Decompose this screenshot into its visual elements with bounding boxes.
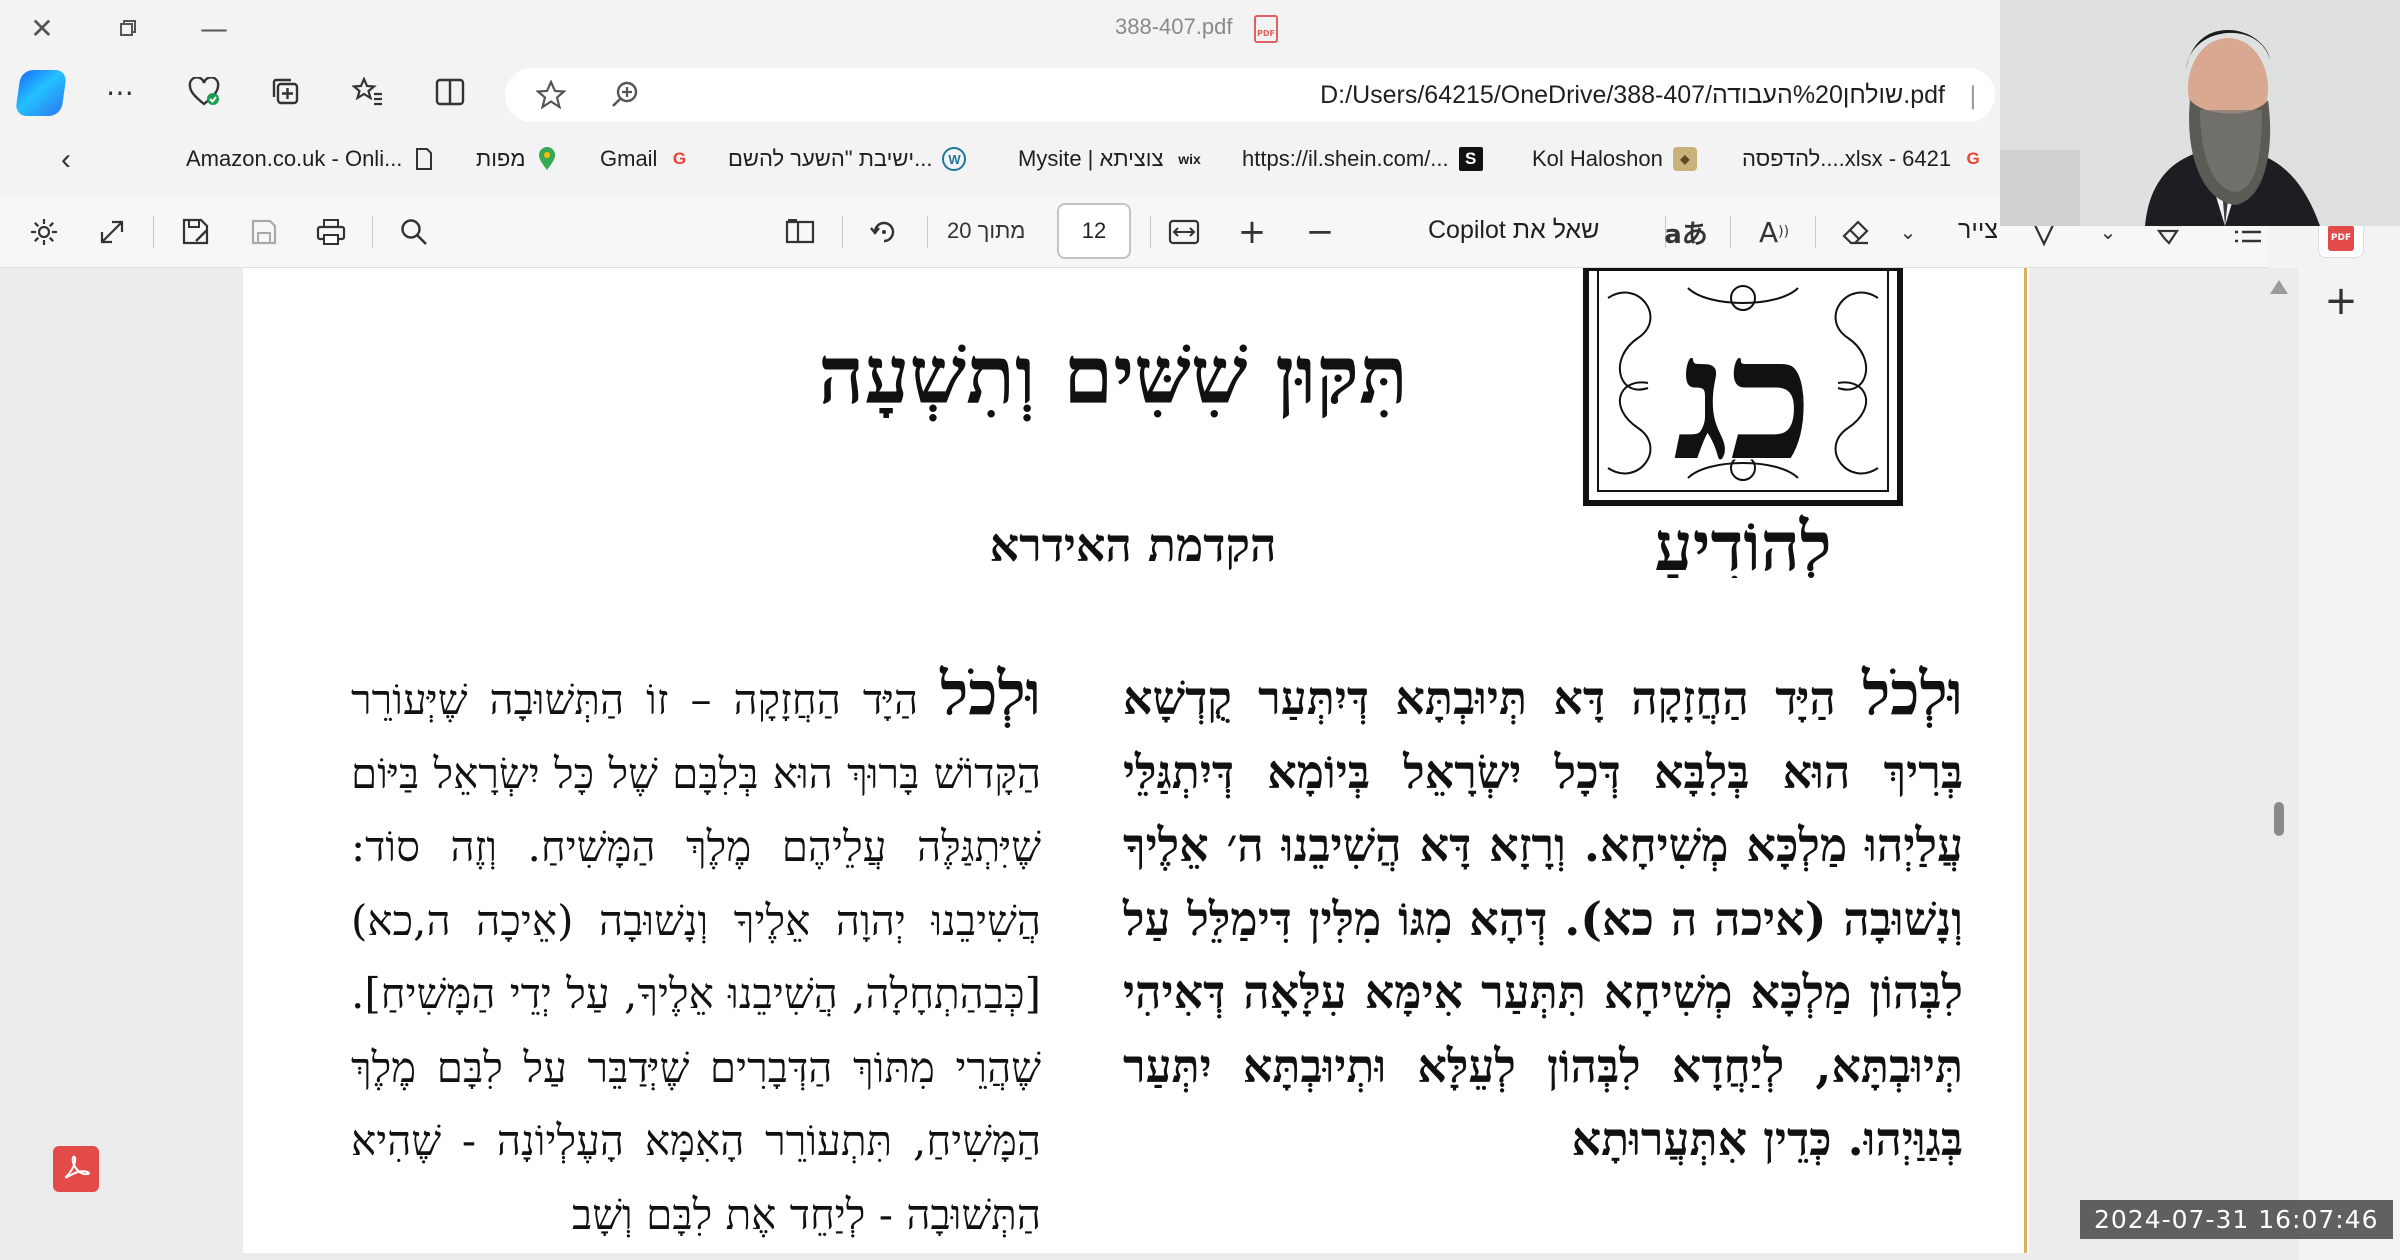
- recording-timestamp: 2024-07-31 16:07:46: [2080, 1200, 2393, 1239]
- favorite-gmail[interactable]: Gmail G: [600, 146, 691, 172]
- wix-icon: wix: [1178, 151, 1201, 167]
- fit-width-icon[interactable]: [1162, 210, 1206, 254]
- maps-pin-icon: [535, 147, 559, 171]
- page-icon: [412, 147, 436, 171]
- restore-icon[interactable]: [106, 8, 150, 48]
- scrollbar-thumb[interactable]: [2274, 802, 2284, 836]
- page-view-icon[interactable]: [778, 210, 822, 254]
- split-screen-icon[interactable]: [424, 66, 476, 118]
- toolbar-divider: [153, 216, 154, 248]
- google-icon: G: [672, 149, 687, 168]
- favorite-maps[interactable]: מפות: [476, 146, 559, 172]
- save-as-icon[interactable]: [174, 210, 218, 254]
- emblem-word: לְהוֹדִיעַ: [1654, 507, 1831, 578]
- draw-label[interactable]: צייר: [1958, 216, 1998, 245]
- toolbar-divider: [842, 216, 843, 248]
- toolbar-divider: [927, 216, 928, 248]
- more-options-icon[interactable]: ⋯: [94, 66, 146, 118]
- favorite-kol-haloshon[interactable]: Kol Haloshon ◆: [1532, 146, 1697, 172]
- copilot-icon[interactable]: [14, 70, 68, 116]
- column-text: הַיָּד הַחֲזָקָה דָּא תְּיוּבְתָּא דְּיִ…: [1123, 671, 1963, 1166]
- toolbar-divider: [372, 216, 373, 248]
- add-icon[interactable]: +: [2318, 278, 2364, 324]
- settings-gear-icon[interactable]: [22, 210, 66, 254]
- address-separator: |: [1968, 82, 1977, 110]
- favorite-spreadsheet[interactable]: להדפסה....xlsx - 6421 G: [1742, 146, 1985, 172]
- pdf-toolbar: מתוך 20 12 + − שאל את Copilot aあ A)) ⌄ צ…: [0, 196, 2268, 268]
- page-edge: [2024, 268, 2027, 1253]
- fullscreen-icon[interactable]: [90, 210, 134, 254]
- vertical-scrollbar[interactable]: [2270, 280, 2288, 1250]
- title-bar: ✕ — 388-407.pdf PDF: [0, 0, 2000, 58]
- edge-sidebar: PDF +: [2298, 188, 2400, 1260]
- eraser-icon[interactable]: [1834, 210, 1878, 254]
- favorite-mysite[interactable]: Mysite | צוציתא wix: [1018, 146, 1206, 172]
- emblem-letters: כג: [1673, 299, 1812, 499]
- google-icon: G: [1966, 149, 1980, 168]
- hebrew-translation-column: וּלְכֹל הַיָּד הַחֲזָקָה – זוֹ הַתְּשׁוּ…: [351, 658, 1041, 1251]
- collections-icon[interactable]: [260, 66, 312, 118]
- favorites-bar: ‹ Amazon.co.uk - Onli... מפות Gmail G יש…: [0, 132, 2000, 188]
- close-icon[interactable]: ✕: [20, 8, 64, 48]
- url-text[interactable]: D:/Users/64215/OneDrive/388-407/שולחן%20…: [1320, 81, 1945, 110]
- toolbar-divider: [1815, 216, 1816, 248]
- favorite-label: Mysite | צוציתא: [1018, 146, 1164, 171]
- wordpress-icon: W: [942, 147, 967, 171]
- shein-icon: S: [1458, 147, 1483, 171]
- translate-icon[interactable]: aあ: [1664, 210, 1708, 254]
- read-aloud-icon[interactable]: A)): [1752, 210, 1796, 254]
- column-lead-word: וּלְכֹל: [1862, 659, 1963, 729]
- toolbar-divider: [1150, 216, 1151, 248]
- pdf-viewer[interactable]: כג לְהוֹדִיעַ תִּקּוּן שִׁשִּׁים וְתִשְׁ…: [0, 268, 2298, 1260]
- favorite-yeshiva[interactable]: ישיבת "השער להשם... W: [728, 146, 967, 172]
- kol-haloshon-icon: ◆: [1672, 147, 1697, 171]
- favorite-shein[interactable]: https://il.shein.com/... S: [1242, 146, 1483, 172]
- window-title: 388-407.pdf: [1115, 14, 1233, 39]
- print-icon[interactable]: [309, 210, 353, 254]
- column-lead-word: וּלְכֹל: [940, 659, 1041, 729]
- page-number-input[interactable]: 12: [1057, 203, 1131, 259]
- favorite-label: Gmail: [600, 146, 658, 171]
- acrobat-icon[interactable]: [53, 1146, 99, 1192]
- browser-essentials-icon[interactable]: [178, 66, 230, 118]
- favorite-label: https://il.shein.com/...: [1242, 146, 1449, 171]
- zoom-out-icon[interactable]: −: [1298, 210, 1342, 254]
- save-icon[interactable]: [242, 210, 286, 254]
- aramaic-column: וּלְכֹל הַיָּד הַחֲזָקָה דָּא תְּיוּבְתָ…: [1123, 658, 1963, 1177]
- favorites-icon[interactable]: [342, 66, 394, 118]
- presenter-video: [2000, 0, 2400, 226]
- favorite-amazon[interactable]: Amazon.co.uk - Onli...: [186, 146, 436, 172]
- chapter-emblem: כג לְהוֹדִיעַ: [1583, 268, 1903, 578]
- chevron-left-icon[interactable]: ‹: [40, 134, 92, 186]
- ask-copilot-button[interactable]: שאל את Copilot: [1428, 216, 1599, 245]
- favorite-label: Amazon.co.uk - Onli...: [186, 146, 403, 171]
- favorite-label: להדפסה....xlsx - 6421: [1742, 146, 1952, 171]
- address-bar[interactable]: D:/Users/64215/OneDrive/388-407/שולחן%20…: [505, 68, 1995, 122]
- pdf-file-icon: PDF: [1254, 15, 1278, 43]
- favorite-star-icon[interactable]: [525, 69, 577, 121]
- webcam-overlay: [2000, 0, 2400, 226]
- chevron-down-icon[interactable]: ⌄: [1886, 210, 1930, 254]
- scroll-up-arrow-icon[interactable]: [2270, 280, 2288, 294]
- search-icon[interactable]: [392, 210, 436, 254]
- zoom-in-icon[interactable]: +: [1230, 210, 1274, 254]
- chapter-title: תִּקּוּן שִׁשִּׁים וְתִשְׁעָה: [818, 328, 1408, 422]
- minimize-icon[interactable]: —: [192, 8, 236, 48]
- pdf-page: כג לְהוֹדִיעַ תִּקּוּן שִׁשִּׁים וְתִשְׁ…: [243, 268, 2029, 1253]
- toolbar-divider: [1730, 216, 1731, 248]
- favorite-label: מפות: [476, 146, 526, 171]
- rotate-icon[interactable]: [862, 210, 906, 254]
- column-text: הַיָּד הַחֲזָקָה – זוֹ הַתְּשׁוּבָה שֶׁי…: [351, 675, 1041, 1239]
- chapter-subtitle: הקדמת האידרא: [989, 518, 1277, 572]
- favorite-label: Kol Haloshon: [1532, 146, 1663, 171]
- zoom-icon[interactable]: [599, 69, 651, 121]
- address-row: ⋯ D:/Users/64215/OneDrive/388-407/שולחן%…: [0, 58, 2000, 132]
- favorite-label: ישיבת "השער להשם...: [728, 146, 933, 171]
- page-total-label: מתוך 20: [947, 218, 1026, 243]
